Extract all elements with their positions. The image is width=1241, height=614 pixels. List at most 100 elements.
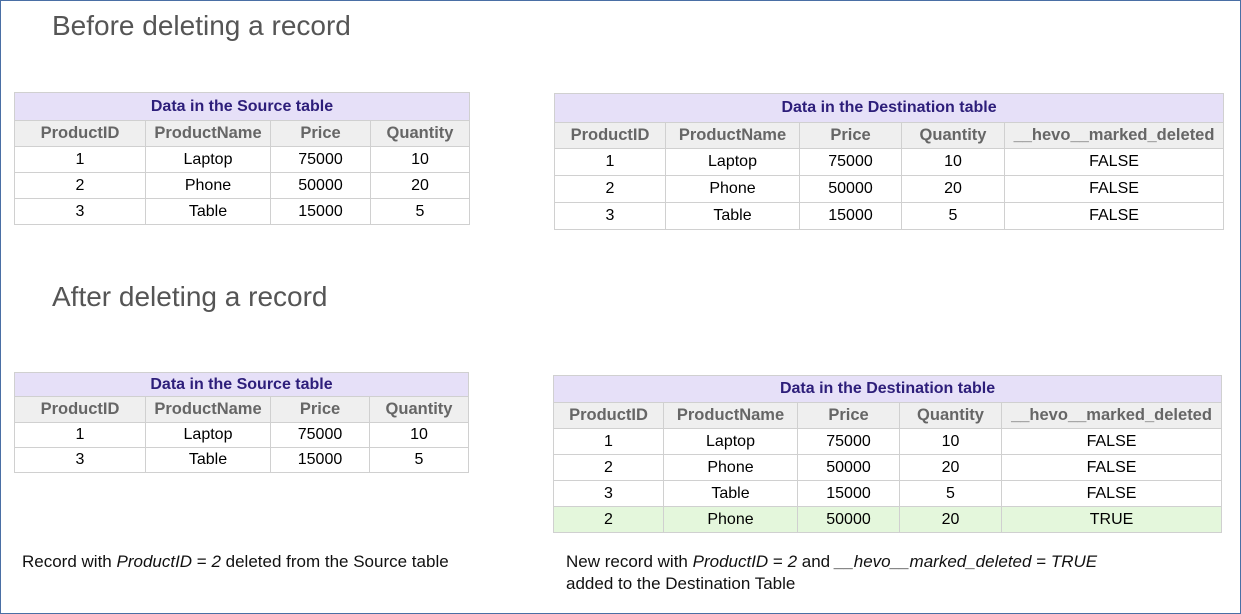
column-header: Price bbox=[270, 396, 370, 423]
table-cell: FALSE bbox=[1000, 428, 1223, 455]
column-header: __hevo__marked_deleted bbox=[1000, 402, 1223, 429]
table-cell: 75000 bbox=[799, 148, 902, 176]
column-header: __hevo__marked_deleted bbox=[1003, 122, 1225, 149]
table-cell: 3 bbox=[553, 480, 664, 507]
source-caption: Record with ProductID = 2 deleted from t… bbox=[22, 552, 449, 571]
column-header: ProductID bbox=[554, 122, 666, 149]
table-title: Data in the Source table bbox=[13, 92, 471, 121]
table-row: 2 Phone 50000 20 bbox=[14, 172, 471, 199]
column-header: Price bbox=[799, 122, 902, 149]
table-cell: 3 bbox=[554, 202, 666, 230]
table-cell: 2 bbox=[553, 454, 664, 481]
table-row: 1 Laptop 75000 10 bbox=[14, 146, 471, 173]
table-cell: 20 bbox=[901, 175, 1005, 203]
table-row: 3 Table 15000 5 bbox=[14, 447, 470, 473]
table-row: 2 Phone 50000 20 FALSE bbox=[554, 175, 1225, 203]
table-cell: 50000 bbox=[797, 506, 900, 533]
table-cell: 2 bbox=[14, 172, 146, 199]
table-cell: Table bbox=[145, 198, 271, 225]
table-cell: FALSE bbox=[1003, 148, 1225, 176]
table-cell: FALSE bbox=[1000, 480, 1223, 507]
table-cell: 2 bbox=[553, 506, 664, 533]
table-cell: Phone bbox=[665, 175, 800, 203]
table-cell: 10 bbox=[899, 428, 1002, 455]
column-header: ProductID bbox=[553, 402, 664, 429]
table-cell: 15000 bbox=[270, 447, 370, 473]
table-cell: 5 bbox=[368, 447, 470, 473]
column-header: ProductName bbox=[665, 122, 800, 149]
table-cell: 1 bbox=[554, 148, 666, 176]
table-cell: Table bbox=[665, 202, 800, 230]
table-cell: 20 bbox=[899, 454, 1002, 481]
table-cell: 3 bbox=[14, 198, 146, 225]
table-cell: 5 bbox=[369, 198, 471, 225]
table-cell: 75000 bbox=[797, 428, 900, 455]
column-header: Price bbox=[797, 402, 900, 429]
table-cell: 20 bbox=[369, 172, 471, 199]
table-cell: FALSE bbox=[1003, 202, 1225, 230]
destination-caption-line2: added to the Destination Table bbox=[566, 574, 796, 593]
table-cell: 50000 bbox=[799, 175, 902, 203]
table-cell: 5 bbox=[899, 480, 1002, 507]
after-source-table: Data in the Source table ProductID Produ… bbox=[13, 372, 470, 473]
table-cell: Phone bbox=[663, 454, 798, 481]
destination-caption: New record with ProductID = 2 and __hevo… bbox=[566, 552, 1098, 593]
table-cell: Laptop bbox=[145, 422, 271, 448]
table-cell: FALSE bbox=[1000, 454, 1223, 481]
table-cell: Laptop bbox=[665, 148, 800, 176]
table-cell: 10 bbox=[369, 146, 471, 173]
table-cell: 15000 bbox=[270, 198, 371, 225]
table-cell: 10 bbox=[901, 148, 1005, 176]
column-header: ProductID bbox=[14, 396, 146, 423]
field-name: ProductID bbox=[116, 552, 193, 571]
table-cell: 15000 bbox=[799, 202, 902, 230]
before-destination-table: Data in the Destination table ProductID … bbox=[553, 93, 1225, 230]
table-cell: Table bbox=[145, 447, 271, 473]
table-cell: 1 bbox=[14, 146, 146, 173]
table-cell: Laptop bbox=[663, 428, 798, 455]
column-header: Price bbox=[270, 120, 371, 147]
table-cell: FALSE bbox=[1003, 175, 1225, 203]
table-title: Data in the Source table bbox=[13, 372, 470, 397]
column-header: Quantity bbox=[368, 396, 470, 423]
added-table-row: 2 Phone 50000 20 TRUE bbox=[553, 506, 1223, 533]
table-title: Data in the Destination table bbox=[552, 375, 1223, 403]
table-row: 3 Table 15000 5 FALSE bbox=[554, 202, 1225, 230]
table-cell: 1 bbox=[14, 422, 146, 448]
column-header: ProductName bbox=[663, 402, 798, 429]
field-value: 2 bbox=[211, 552, 221, 571]
before-heading: Before deleting a record bbox=[52, 10, 351, 41]
table-title: Data in the Destination table bbox=[553, 93, 1225, 123]
column-header: ProductID bbox=[14, 120, 146, 147]
after-destination-table: Data in the Destination table ProductID … bbox=[552, 375, 1223, 533]
table-cell: Phone bbox=[145, 172, 271, 199]
table-cell: Table bbox=[663, 480, 798, 507]
after-heading: After deleting a record bbox=[52, 281, 328, 312]
table-row: 3 Table 15000 5 bbox=[14, 198, 471, 225]
column-header: ProductName bbox=[145, 120, 271, 147]
table-cell: 15000 bbox=[797, 480, 900, 507]
table-cell: 50000 bbox=[270, 172, 371, 199]
table-row: 1 Laptop 75000 10 FALSE bbox=[554, 148, 1225, 176]
table-row: 1 Laptop 75000 10 FALSE bbox=[553, 428, 1223, 455]
table-cell: 75000 bbox=[270, 146, 371, 173]
table-cell: 50000 bbox=[797, 454, 900, 481]
table-cell: TRUE bbox=[1000, 506, 1223, 533]
table-cell: 2 bbox=[554, 175, 666, 203]
field-name: __hevo__marked_deleted bbox=[834, 552, 1032, 571]
column-header: Quantity bbox=[901, 122, 1005, 149]
table-cell: 3 bbox=[14, 447, 146, 473]
table-cell: 10 bbox=[368, 422, 470, 448]
table-cell: 75000 bbox=[270, 422, 370, 448]
table-row: 2 Phone 50000 20 FALSE bbox=[553, 454, 1223, 481]
field-name: ProductID bbox=[692, 552, 769, 571]
table-cell: 20 bbox=[899, 506, 1002, 533]
table-row: 1 Laptop 75000 10 bbox=[14, 422, 470, 448]
table-cell: Phone bbox=[663, 506, 798, 533]
column-header: Quantity bbox=[899, 402, 1002, 429]
column-header: Quantity bbox=[369, 120, 471, 147]
table-cell: 1 bbox=[553, 428, 664, 455]
field-value: TRUE bbox=[1050, 552, 1098, 571]
table-row: 3 Table 15000 5 FALSE bbox=[553, 480, 1223, 507]
before-source-table: Data in the Source table ProductID Produ… bbox=[13, 92, 471, 225]
